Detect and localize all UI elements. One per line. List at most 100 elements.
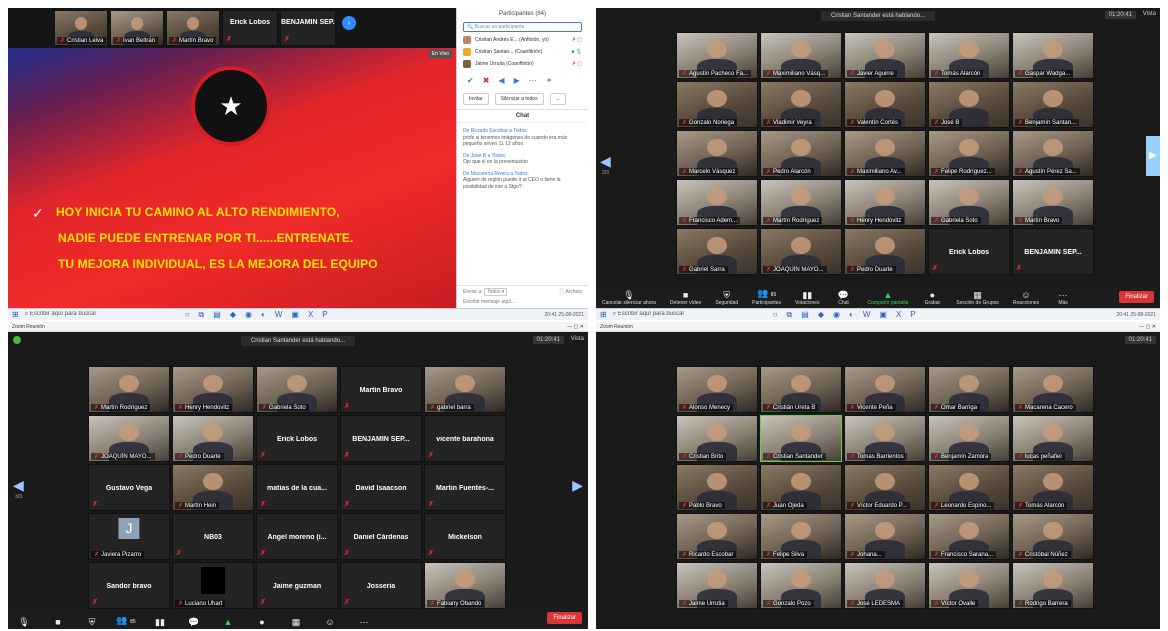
folder-icon[interactable]: ▤ [213, 310, 221, 320]
video-tile[interactable]: ✗ Gaspar Wadga... [1012, 32, 1094, 79]
video-tile[interactable]: ✗ Martín Rodríguez [88, 366, 170, 413]
clear-icon[interactable]: ✦ [546, 76, 553, 85]
video-tile[interactable]: ✗ Cristóbal Núñez [1012, 513, 1094, 560]
reactions-button[interactable]: ☺ [320, 617, 340, 627]
view-button[interactable]: Vista [1143, 11, 1156, 17]
video-tile[interactable]: ✗ Ivan Beltrán [110, 10, 164, 46]
video-tile[interactable]: ✗ Cristián Ureta B [760, 366, 842, 413]
video-tile[interactable]: ✗ Valentín Cortés [844, 81, 926, 128]
video-tile[interactable]: ✗ Rodrigo Barrera [1012, 562, 1094, 609]
video-tile[interactable]: ✗ Francisco Sarana... [928, 513, 1010, 560]
video-button[interactable]: ■ Detener vídeo [670, 290, 701, 306]
chat-button[interactable]: 💬 Chat [834, 290, 854, 306]
video-tile[interactable]: ✗ Vladimir Veyra [760, 81, 842, 128]
more-button[interactable]: ⋯ Más [1053, 290, 1073, 306]
video-tile[interactable]: NB03 ✗ [172, 513, 254, 560]
mute-button[interactable]: 🎙 Cancelar silenciar ahora [602, 290, 656, 306]
video-tile[interactable]: Josseria ✗ [340, 562, 422, 609]
video-tile[interactable]: ✗ Gabriel Sarra [676, 228, 758, 275]
next-page-icon[interactable]: › [342, 16, 356, 30]
video-tile[interactable]: Gustavo Vega ✗ [88, 464, 170, 511]
video-tile[interactable]: ✗ Maximiliano Av... [844, 130, 926, 177]
file-button[interactable]: 📄 Archivo [558, 289, 582, 295]
video-tile[interactable]: BENJAMIN SEP... ✗ [1012, 228, 1094, 275]
store-icon[interactable]: ◆ [230, 310, 236, 320]
video-tile[interactable]: Martín Bravo ✗ [340, 366, 422, 413]
video-tile[interactable]: ✗ José B [928, 81, 1010, 128]
video-tile[interactable]: ✗ Agustín Pérez Sa... [1012, 130, 1094, 177]
video-tile[interactable]: ✗ Gonzalo Pozo [760, 562, 842, 609]
video-tile[interactable]: ✗ Jaime Urrutia [676, 562, 758, 609]
more-button[interactable]: ⋯ [354, 617, 374, 627]
video-tile[interactable]: ✗ Maximiliano Vásq... [760, 32, 842, 79]
video-tile[interactable]: ✗ Pedro Alarcón [760, 130, 842, 177]
video-tile[interactable]: ✗ Benjamín Santan... [1012, 81, 1094, 128]
video-tile[interactable]: ✗ Martín Bravo [1012, 179, 1094, 226]
video-tile[interactable]: ✗ Macarena Cacero [1012, 366, 1094, 413]
video-tile[interactable]: ✗ Marcelo Vásquez [676, 130, 758, 177]
record-button[interactable]: ● [252, 617, 272, 627]
polls-button[interactable]: ▮▮ [150, 617, 170, 627]
view-button[interactable]: Vista [571, 336, 584, 342]
video-tile[interactable]: ✗ Tomás Alarcón [1012, 464, 1094, 511]
breakout-button[interactable]: ▦ [286, 617, 306, 627]
zoom-icon[interactable]: ▣ [879, 310, 887, 320]
taskbar-search[interactable]: ⌕ Escribir aquí para buscar [25, 311, 125, 318]
video-tile[interactable]: ✗ Felipe Silva [760, 513, 842, 560]
no-icon[interactable]: ✖ [483, 76, 490, 85]
video-tile[interactable]: ✗ Alonso Menecy [676, 366, 758, 413]
video-tile[interactable]: ✗ Gabriela Soto [928, 179, 1010, 226]
video-tile[interactable]: ✗ Vicente Peña [844, 366, 926, 413]
video-tile[interactable]: ✗ Martín Hein [172, 464, 254, 511]
video-tile[interactable]: ✗ JOAQUÍN MAYO... [760, 228, 842, 275]
mute-button[interactable]: 🎙 [14, 617, 34, 627]
video-tile[interactable]: ✗ Henry Hendovitz [172, 366, 254, 413]
share-screen-button[interactable]: ▲ Compartir pantalla [868, 290, 909, 306]
chrome-icon[interactable]: ◉ [833, 310, 840, 320]
more-icon[interactable]: ⋯ [529, 76, 537, 85]
video-tile[interactable]: ✗ Luciano Uhart [172, 562, 254, 609]
word-icon[interactable]: W [863, 310, 871, 320]
video-tile[interactable]: ✗ Tomás Alarcón [928, 32, 1010, 79]
video-tile[interactable]: Ángel moreno (i... ✗ [256, 513, 338, 560]
video-tile[interactable]: David Isaacson ✗ [340, 464, 422, 511]
participant-row[interactable]: Cristian Andrés E... (Anfitrión, yo) ✗ ▢ [463, 36, 582, 44]
yes-icon[interactable]: ✔ [467, 76, 474, 85]
record-button[interactable]: ● Grabar [922, 290, 942, 306]
end-meeting-button[interactable]: Finalizar [547, 612, 582, 624]
faster-icon[interactable]: ▶ [514, 76, 520, 85]
taskbar-search[interactable]: ⌕ Escribir aquí para buscar [613, 311, 713, 318]
mute-all-button[interactable]: Silenciar a todos [494, 93, 544, 105]
video-tile[interactable]: ✗ Fabiany Obando [424, 562, 506, 609]
prev-page-icon[interactable]: ◀ [13, 477, 24, 494]
end-meeting-button[interactable]: Finalizar [1119, 291, 1154, 303]
video-button[interactable]: ■ [48, 617, 68, 627]
breakout-button[interactable]: ▦ Sección de Grupos [956, 290, 999, 306]
video-tile[interactable]: ✗ Gonzalo Noriega [676, 81, 758, 128]
folder-icon[interactable]: ▤ [801, 310, 809, 320]
taskview-icon[interactable]: ⧉ [787, 310, 793, 320]
windows-start-icon[interactable]: ⊞ [12, 310, 19, 319]
video-tile[interactable]: ✗ Martín Rodríguez [760, 179, 842, 226]
video-tile[interactable]: Erick Lobos ✗ [928, 228, 1010, 275]
video-tile[interactable]: ✗ JOAQUÍN MAYO... [88, 415, 170, 462]
reactions-button[interactable]: ☺ Reacciones [1013, 290, 1039, 306]
security-shield-icon[interactable] [13, 336, 21, 344]
cortana-icon[interactable]: ○ [773, 310, 778, 320]
security-button[interactable]: ⛨ Seguridad [715, 290, 738, 306]
video-tile[interactable]: Daniel Cárdenas ✗ [340, 513, 422, 560]
video-tile[interactable]: ✗ Leonardo Espino... [928, 464, 1010, 511]
zoom-icon[interactable]: ▣ [291, 310, 299, 320]
participant-row[interactable]: Cristian Santan... (Coanfitrión) ■ 🎙 [463, 48, 582, 56]
video-tile[interactable]: ✗ Henry Hendovitz [844, 179, 926, 226]
next-page-icon[interactable]: ▶ [1146, 136, 1160, 176]
video-tile[interactable]: ✗ Javier Aguirre [844, 32, 926, 79]
video-tile[interactable]: ✗ Pedro Duarte [844, 228, 926, 275]
windows-start-icon[interactable]: ⊞ [600, 310, 607, 319]
video-tile[interactable]: ✗ Pedro Duarte [172, 415, 254, 462]
excel-icon[interactable]: X [896, 310, 901, 320]
video-tile[interactable]: ✗ Johana... [844, 513, 926, 560]
cortana-icon[interactable]: ○ [185, 310, 190, 320]
video-tile[interactable]: ✗ Cristian Brito [676, 415, 758, 462]
edge-icon[interactable]: ◐ [849, 310, 854, 320]
